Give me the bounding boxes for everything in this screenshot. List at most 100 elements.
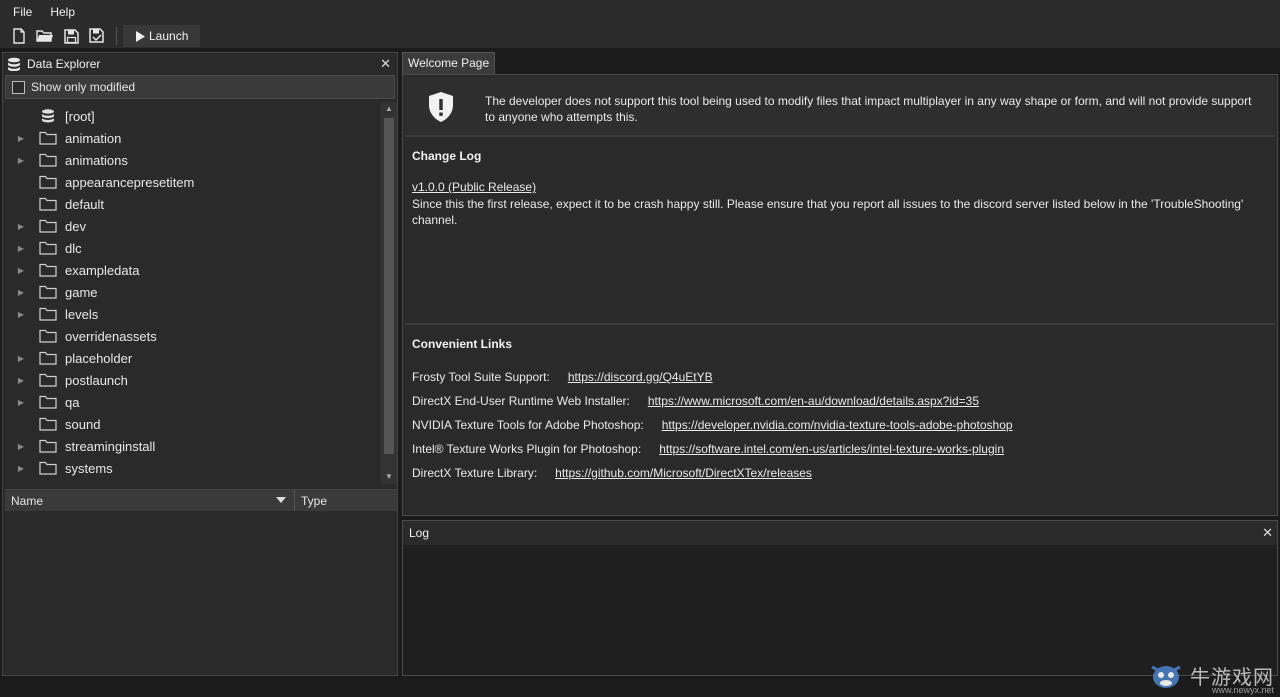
link-row: DirectX End-User Runtime Web Installer: h…	[412, 389, 1268, 413]
tree-item-label: levels	[65, 306, 99, 322]
multiplayer-notice: The developer does not support this tool…	[405, 77, 1275, 137]
column-type[interactable]: Type	[295, 490, 397, 511]
log-title: Log	[409, 526, 430, 540]
link-row: DirectX Texture Library: https://github.c…	[412, 461, 1268, 485]
save-icon	[63, 28, 79, 44]
tree-item-label: streaminginstall	[65, 438, 156, 454]
menu-file[interactable]: File	[4, 0, 41, 24]
folder-icon	[39, 417, 57, 431]
folder-icon	[39, 285, 57, 299]
tree-item-label: exampledata	[65, 262, 140, 278]
tree-item-label: game	[65, 284, 98, 300]
play-icon	[136, 30, 145, 42]
close-icon[interactable]: ✕	[1262, 525, 1273, 541]
expand-arrow-icon[interactable]: ▶	[15, 288, 27, 297]
new-file-icon	[13, 28, 25, 44]
link-url[interactable]: https://github.com/Microsoft/DirectXTex/…	[555, 466, 812, 480]
expand-arrow-icon[interactable]: ▶	[15, 156, 27, 165]
save-button[interactable]	[58, 25, 84, 47]
tree-item-label: qa	[65, 394, 80, 410]
link-url[interactable]: https://software.intel.com/en-us/article…	[659, 442, 1004, 456]
menu-help[interactable]: Help	[41, 0, 84, 24]
change-log-text: Since this the first release, expect it …	[412, 197, 1244, 227]
save-all-button[interactable]	[84, 25, 110, 47]
data-explorer-header: Data Explorer ✕	[3, 53, 397, 75]
tab-welcome-page[interactable]: Welcome Page	[402, 52, 496, 74]
expand-arrow-icon[interactable]: ▶	[15, 398, 27, 407]
link-url[interactable]: https://www.microsoft.com/en-au/download…	[648, 394, 979, 408]
expand-arrow-icon[interactable]: ▶	[15, 266, 27, 275]
tree-item[interactable]: ▶ postlaunch	[3, 369, 381, 391]
tree-item[interactable]: ▶ placeholder	[3, 347, 381, 369]
link-label: DirectX End-User Runtime Web Installer:	[412, 394, 630, 408]
expand-arrow-icon[interactable]: ▶	[15, 222, 27, 231]
folder-icon	[39, 395, 57, 409]
tree-item[interactable]: ▶ streaminginstall	[3, 435, 381, 457]
watermark-url: www.newyx.net	[1211, 685, 1274, 695]
tree-item[interactable]: overridenassets	[3, 325, 381, 347]
scroll-down-icon[interactable]: ▼	[381, 470, 397, 484]
tree-root-label: [root]	[65, 108, 95, 124]
tree-item[interactable]: ▶ dev	[3, 215, 381, 237]
toolbar: Launch	[0, 24, 1280, 49]
watermark: 牛游戏网 www.newyx.net	[1146, 657, 1274, 695]
tree-item[interactable]: ▶ dlc	[3, 237, 381, 259]
tree-item[interactable]: ▶ animations	[3, 149, 381, 171]
show-modified-checkbox[interactable]	[12, 80, 25, 94]
file-tree: [root] ▶ animation ▶ animations appearancepr…	[3, 102, 381, 534]
expand-arrow-icon[interactable]: ▶	[15, 442, 27, 451]
database-icon	[42, 109, 54, 123]
link-label: Frosty Tool Suite Support:	[412, 370, 550, 384]
tree-root[interactable]: [root]	[3, 105, 381, 127]
log-panel: Log ✕	[402, 520, 1278, 676]
tree-item[interactable]: ▶ exampledata	[3, 259, 381, 281]
tree-item[interactable]: ▶ game	[3, 281, 381, 303]
launch-label: Launch	[149, 29, 189, 43]
close-icon[interactable]: ✕	[380, 56, 391, 72]
version-heading: v1.0.0 (Public Release)	[412, 180, 537, 194]
tree-item[interactable]: ▶ systems	[3, 457, 381, 479]
shield-warning-icon	[429, 92, 453, 122]
open-button[interactable]	[32, 25, 58, 47]
tree-item-label: placeholder	[65, 350, 133, 366]
link-url[interactable]: https://discord.gg/Q4uEtYB	[568, 370, 713, 384]
column-name[interactable]: Name	[5, 490, 295, 511]
tree-item[interactable]: ▶ qa	[3, 391, 381, 413]
expand-arrow-icon[interactable]: ▶	[15, 354, 27, 363]
asset-list-header: Name Type	[5, 489, 397, 511]
tree-item[interactable]: sound	[3, 413, 381, 435]
welcome-page: The developer does not support this tool…	[402, 74, 1278, 516]
scroll-up-icon[interactable]: ▲	[381, 102, 397, 116]
tree-scrollbar[interactable]: ▲ ▼	[381, 102, 397, 484]
expand-arrow-icon[interactable]: ▶	[15, 310, 27, 319]
expand-arrow-icon[interactable]: ▶	[15, 134, 27, 143]
new-file-button[interactable]	[6, 25, 32, 47]
scroll-thumb[interactable]	[384, 118, 394, 454]
tree-item-label: appearancepresetitem	[65, 174, 195, 190]
show-modified-filter[interactable]: Show only modified	[5, 75, 395, 99]
tree-item[interactable]: ▶ levels	[3, 303, 381, 325]
convenient-links-section: Convenient Links Frosty Tool Suite Suppo…	[405, 327, 1275, 513]
expand-arrow-icon[interactable]: ▶	[15, 244, 27, 253]
folder-icon	[39, 241, 57, 255]
log-header: Log ✕	[403, 521, 1277, 545]
launch-button[interactable]: Launch	[123, 25, 201, 47]
link-row: Intel® Texture Works Plugin for Photosho…	[412, 437, 1268, 461]
folder-icon	[39, 439, 57, 453]
open-folder-icon	[36, 30, 53, 42]
chevron-down-icon[interactable]	[276, 497, 286, 503]
tree-item-label: animation	[65, 130, 122, 146]
tree-item[interactable]: appearancepresetitem	[3, 171, 381, 193]
folder-icon	[39, 307, 57, 321]
folder-icon	[39, 461, 57, 475]
notice-text: The developer does not support this tool…	[485, 94, 1252, 124]
change-log-title: Change Log	[412, 149, 482, 163]
tree-item[interactable]: default	[3, 193, 381, 215]
folder-icon	[39, 373, 57, 387]
link-url[interactable]: https://developer.nvidia.com/nvidia-text…	[662, 418, 1013, 432]
link-label: NVIDIA Texture Tools for Adobe Photoshop…	[412, 418, 644, 432]
tree-item[interactable]: ▶ animation	[3, 127, 381, 149]
expand-arrow-icon[interactable]: ▶	[15, 376, 27, 385]
link-label: DirectX Texture Library:	[412, 466, 538, 480]
expand-arrow-icon[interactable]: ▶	[15, 464, 27, 473]
